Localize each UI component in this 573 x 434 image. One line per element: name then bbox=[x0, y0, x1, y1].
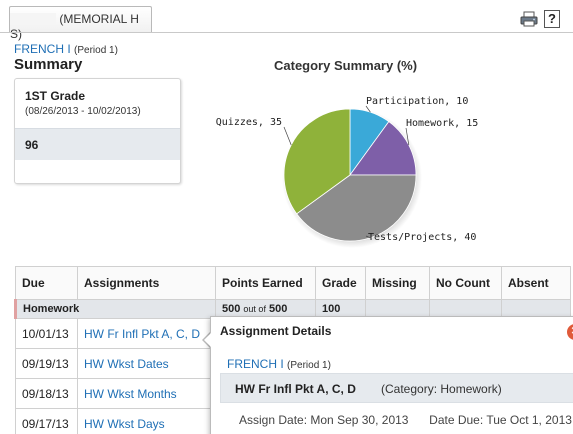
row-assignment-link[interactable]: HW Wkst Days bbox=[77, 408, 216, 434]
school-name-redacted bbox=[10, 12, 56, 25]
category-name: Homework bbox=[14, 299, 216, 319]
due-date-label: Date Due: bbox=[429, 413, 484, 427]
top-bar: (MEMORIAL H S) ? bbox=[0, 0, 573, 41]
grade-score-row: 96 bbox=[15, 128, 180, 160]
popup-assignment-category: (Category: Homework) bbox=[381, 382, 502, 396]
assign-date-label: Assign Date: bbox=[239, 413, 308, 427]
row-assignment-link[interactable]: HW Fr Infl Pkt A, C, D bbox=[77, 318, 216, 349]
header-points-earned[interactable]: Points Earned bbox=[215, 266, 316, 300]
header-due[interactable]: Due bbox=[15, 266, 78, 300]
tab-divider bbox=[0, 32, 573, 33]
help-button[interactable]: ? bbox=[544, 10, 560, 28]
popup-course: FRENCH I (Period 1) bbox=[227, 357, 331, 371]
popup-assignment-name: HW Fr Infl Pkt A, C, D bbox=[235, 382, 356, 396]
table-header-row: Due Assignments Points Earned Grade Miss… bbox=[15, 266, 571, 300]
category-out-of: out of bbox=[243, 304, 266, 314]
category-points-total: 500 bbox=[269, 303, 288, 315]
pie-chart: Participation, 10 Homework, 15 Tests/Proje… bbox=[216, 96, 478, 248]
slice-label: Participation, 10 bbox=[366, 96, 468, 107]
assign-date: Mon Sep 30, 2013 bbox=[310, 413, 409, 427]
row-assignment-link[interactable]: HW Wkst Months bbox=[77, 378, 216, 409]
row-due: 09/19/13 bbox=[15, 348, 78, 379]
leader-line bbox=[283, 126, 292, 146]
assignment-details-popup: Assignment Details ✕ FRENCH I (Period 1)… bbox=[210, 316, 573, 434]
popup-title: Assignment Details bbox=[220, 324, 332, 338]
slice-label: Tests/Projects, 40 bbox=[368, 232, 476, 243]
popup-course-period: (Period 1) bbox=[287, 360, 331, 371]
grade-period-name: 1ST Grade bbox=[25, 89, 86, 103]
category-points-earned: 500 bbox=[222, 303, 241, 315]
row-assignment-link[interactable]: HW Wkst Dates bbox=[77, 348, 216, 379]
popup-pointer-inner bbox=[204, 332, 212, 348]
header-no-count[interactable]: No Count bbox=[429, 266, 502, 300]
row-due: 09/17/13 bbox=[15, 408, 78, 434]
course-name[interactable]: FRENCH I bbox=[14, 42, 71, 56]
course-period: (Period 1) bbox=[74, 45, 118, 56]
category-summary-chart: Category Summary (%) Participation, 10 Ho… bbox=[200, 50, 540, 260]
school-tab[interactable]: (MEMORIAL H S) bbox=[9, 6, 152, 41]
popup-course-name[interactable]: FRENCH I bbox=[227, 357, 284, 371]
summary-title: Summary bbox=[14, 56, 83, 73]
row-due: 10/01/13 bbox=[15, 318, 78, 349]
due-date: Tue Oct 1, 2013 bbox=[486, 413, 572, 427]
header-absent[interactable]: Absent bbox=[501, 266, 571, 300]
grade-score: 96 bbox=[25, 138, 39, 152]
course-link[interactable]: FRENCH I (Period 1) bbox=[14, 42, 118, 56]
grade-card[interactable]: 1ST Grade (08/26/2013 - 10/02/2013) 96 bbox=[14, 78, 181, 184]
printer-icon[interactable] bbox=[520, 11, 538, 27]
header-assignments[interactable]: Assignments bbox=[77, 266, 216, 300]
slice-label: Quizzes, 35 bbox=[216, 117, 282, 128]
popup-dates: Assign Date: Mon Sep 30, 2013 Date Due: … bbox=[239, 413, 572, 427]
popup-assignment-row: HW Fr Infl Pkt A, C, D (Category: Homewo… bbox=[220, 373, 573, 403]
close-icon[interactable]: ✕ bbox=[567, 324, 573, 340]
row-due: 09/18/13 bbox=[15, 378, 78, 409]
header-grade[interactable]: Grade bbox=[315, 266, 366, 300]
slice-label: Homework, 15 bbox=[406, 118, 478, 129]
header-missing[interactable]: Missing bbox=[365, 266, 430, 300]
grade-period-dates: (08/26/2013 - 10/02/2013) bbox=[25, 106, 141, 117]
